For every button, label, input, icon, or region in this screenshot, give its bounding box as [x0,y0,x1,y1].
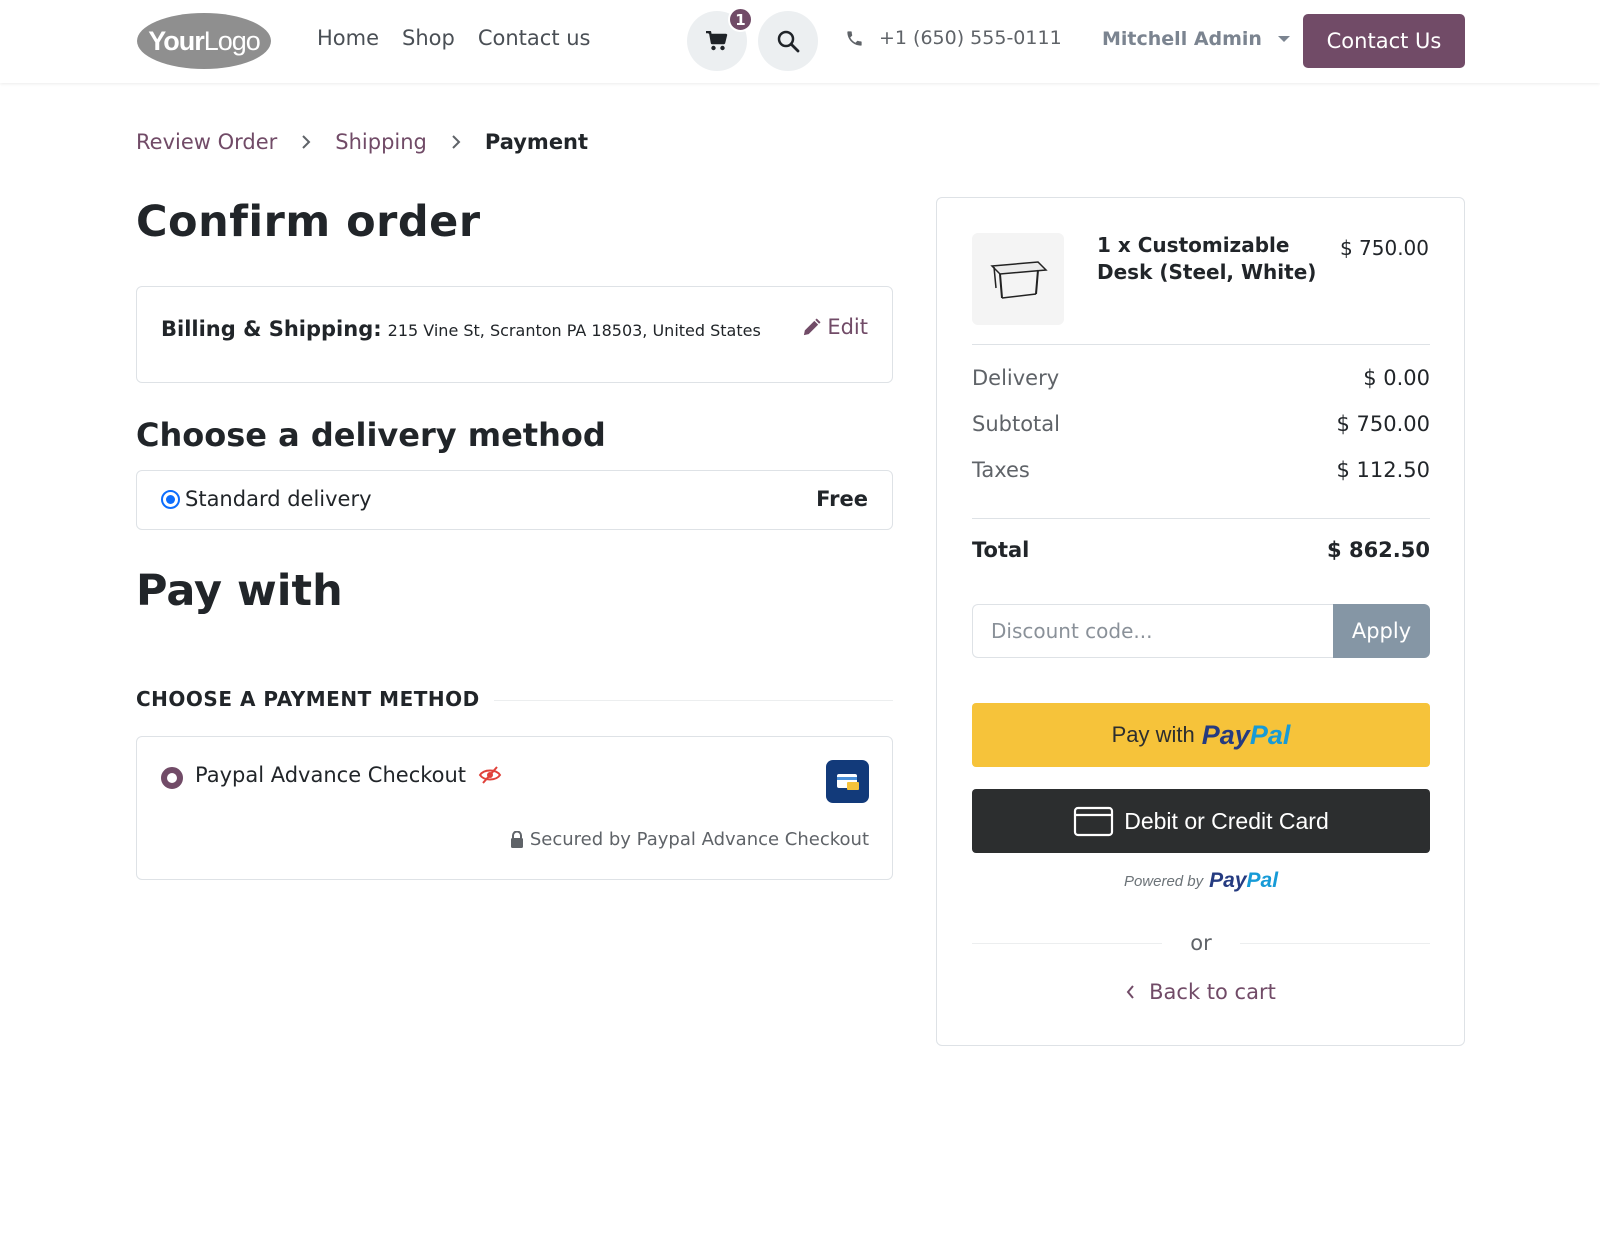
phone-link[interactable]: +1 (650) 555-0111 [845,27,1062,49]
paypal-logo: PayPal [1201,719,1291,750]
user-menu[interactable]: Mitchell Admin [1102,28,1290,50]
chevron-right-icon [301,134,311,150]
phone-icon [847,30,862,46]
top-navbar: YourLogo Home Shop Contact us 1 +1 (650)… [0,0,1600,83]
nav-contact[interactable]: Contact us [478,26,591,50]
or-text: or [1190,931,1212,955]
discount-code-input[interactable] [972,604,1333,658]
contact-us-button[interactable]: Contact Us [1303,14,1465,68]
nav-shop[interactable]: Shop [402,26,455,50]
site-logo[interactable]: YourLogo [135,12,273,70]
credit-card-icon [1074,806,1114,837]
phone-number: +1 (650) 555-0111 [879,27,1062,49]
breadcrumb-shipping[interactable]: Shipping [335,130,427,154]
debit-credit-card-button[interactable]: Debit or Credit Card [972,789,1430,853]
powered-by-paypal: Powered by PayPal [972,869,1430,893]
powered-by-text: Powered by [1123,872,1204,890]
billing-label: Billing & Shipping: [161,317,382,341]
chevron-left-icon [1126,985,1134,999]
paypal-logo: PayPal [1209,869,1279,892]
summary-row-delivery: Delivery $ 0.00 [972,366,1430,390]
pay-with-heading: Pay with [136,566,343,616]
order-summary: 1 x Customizable Desk (Steel, White) $ 7… [936,197,1465,1046]
summary-row-total: Total $ 862.50 [972,538,1430,562]
billing-address: 215 Vine St, Scranton PA 18503, United S… [387,321,761,340]
pencil-icon [804,317,821,335]
cart-count-badge: 1 [728,7,753,32]
eye-slash-icon [478,766,502,784]
section-divider [494,700,893,701]
summary-row-subtotal: Subtotal $ 750.00 [972,412,1430,436]
product-price: $ 750.00 [1339,236,1429,260]
delivery-price: Free [816,487,868,511]
search-icon [777,30,800,53]
paypal-checkout-button[interactable]: Pay with PayPal [972,703,1430,767]
breadcrumb-payment: Payment [484,130,589,154]
payment-method-section-title: CHOOSE A PAYMENT METHOD [136,687,480,711]
delivery-method-name: Standard delivery [185,487,372,511]
discount-form: Apply [972,604,1430,658]
main-nav: Home Shop Contact us [317,26,590,50]
lock-icon [510,831,523,848]
breadcrumb-review-order[interactable]: Review Order [136,130,277,154]
user-name: Mitchell Admin [1102,28,1262,50]
payment-radio[interactable] [161,767,183,789]
product-name[interactable]: 1 x Customizable Desk (Steel, White) [1097,232,1327,286]
delivery-method-option[interactable]: Standard delivery Free [136,470,893,530]
chevron-right-icon [451,134,461,150]
card-button-label: Debit or Credit Card [1124,807,1329,834]
paypal-card-icon [826,760,869,803]
delivery-radio[interactable] [161,490,180,509]
back-to-cart-link[interactable]: Back to cart [972,980,1430,1004]
caret-down-icon [1277,36,1290,42]
page-title: Confirm order [136,197,481,247]
nav-home[interactable]: Home [317,26,379,50]
payment-provider-name: Paypal Advance Checkout [195,763,467,787]
apply-discount-button[interactable]: Apply [1333,604,1430,658]
secured-text: Secured by Paypal Advance Checkout [529,829,869,850]
cart-icon [706,31,728,51]
summary-divider [972,344,1430,345]
delivery-heading: Choose a delivery method [136,416,606,454]
checkout-breadcrumb: Review Order Shipping Payment [136,130,588,154]
or-divider: or [972,931,1431,955]
back-to-cart-label: Back to cart [1149,980,1276,1004]
edit-address-button[interactable]: Edit [802,315,868,339]
summary-row-taxes: Taxes $ 112.50 [972,458,1430,482]
search-button[interactable] [758,11,818,71]
payment-provider-option[interactable]: Paypal Advance Checkout Secured by Paypa… [136,736,893,880]
product-thumbnail [972,233,1064,325]
svg-text:YourLogo: YourLogo [148,26,260,56]
edit-label: Edit [827,315,868,339]
summary-divider [972,518,1430,519]
billing-shipping-card: Billing & Shipping: 215 Vine St, Scranton… [136,286,893,383]
paypal-button-prefix: Pay with [1111,722,1195,747]
